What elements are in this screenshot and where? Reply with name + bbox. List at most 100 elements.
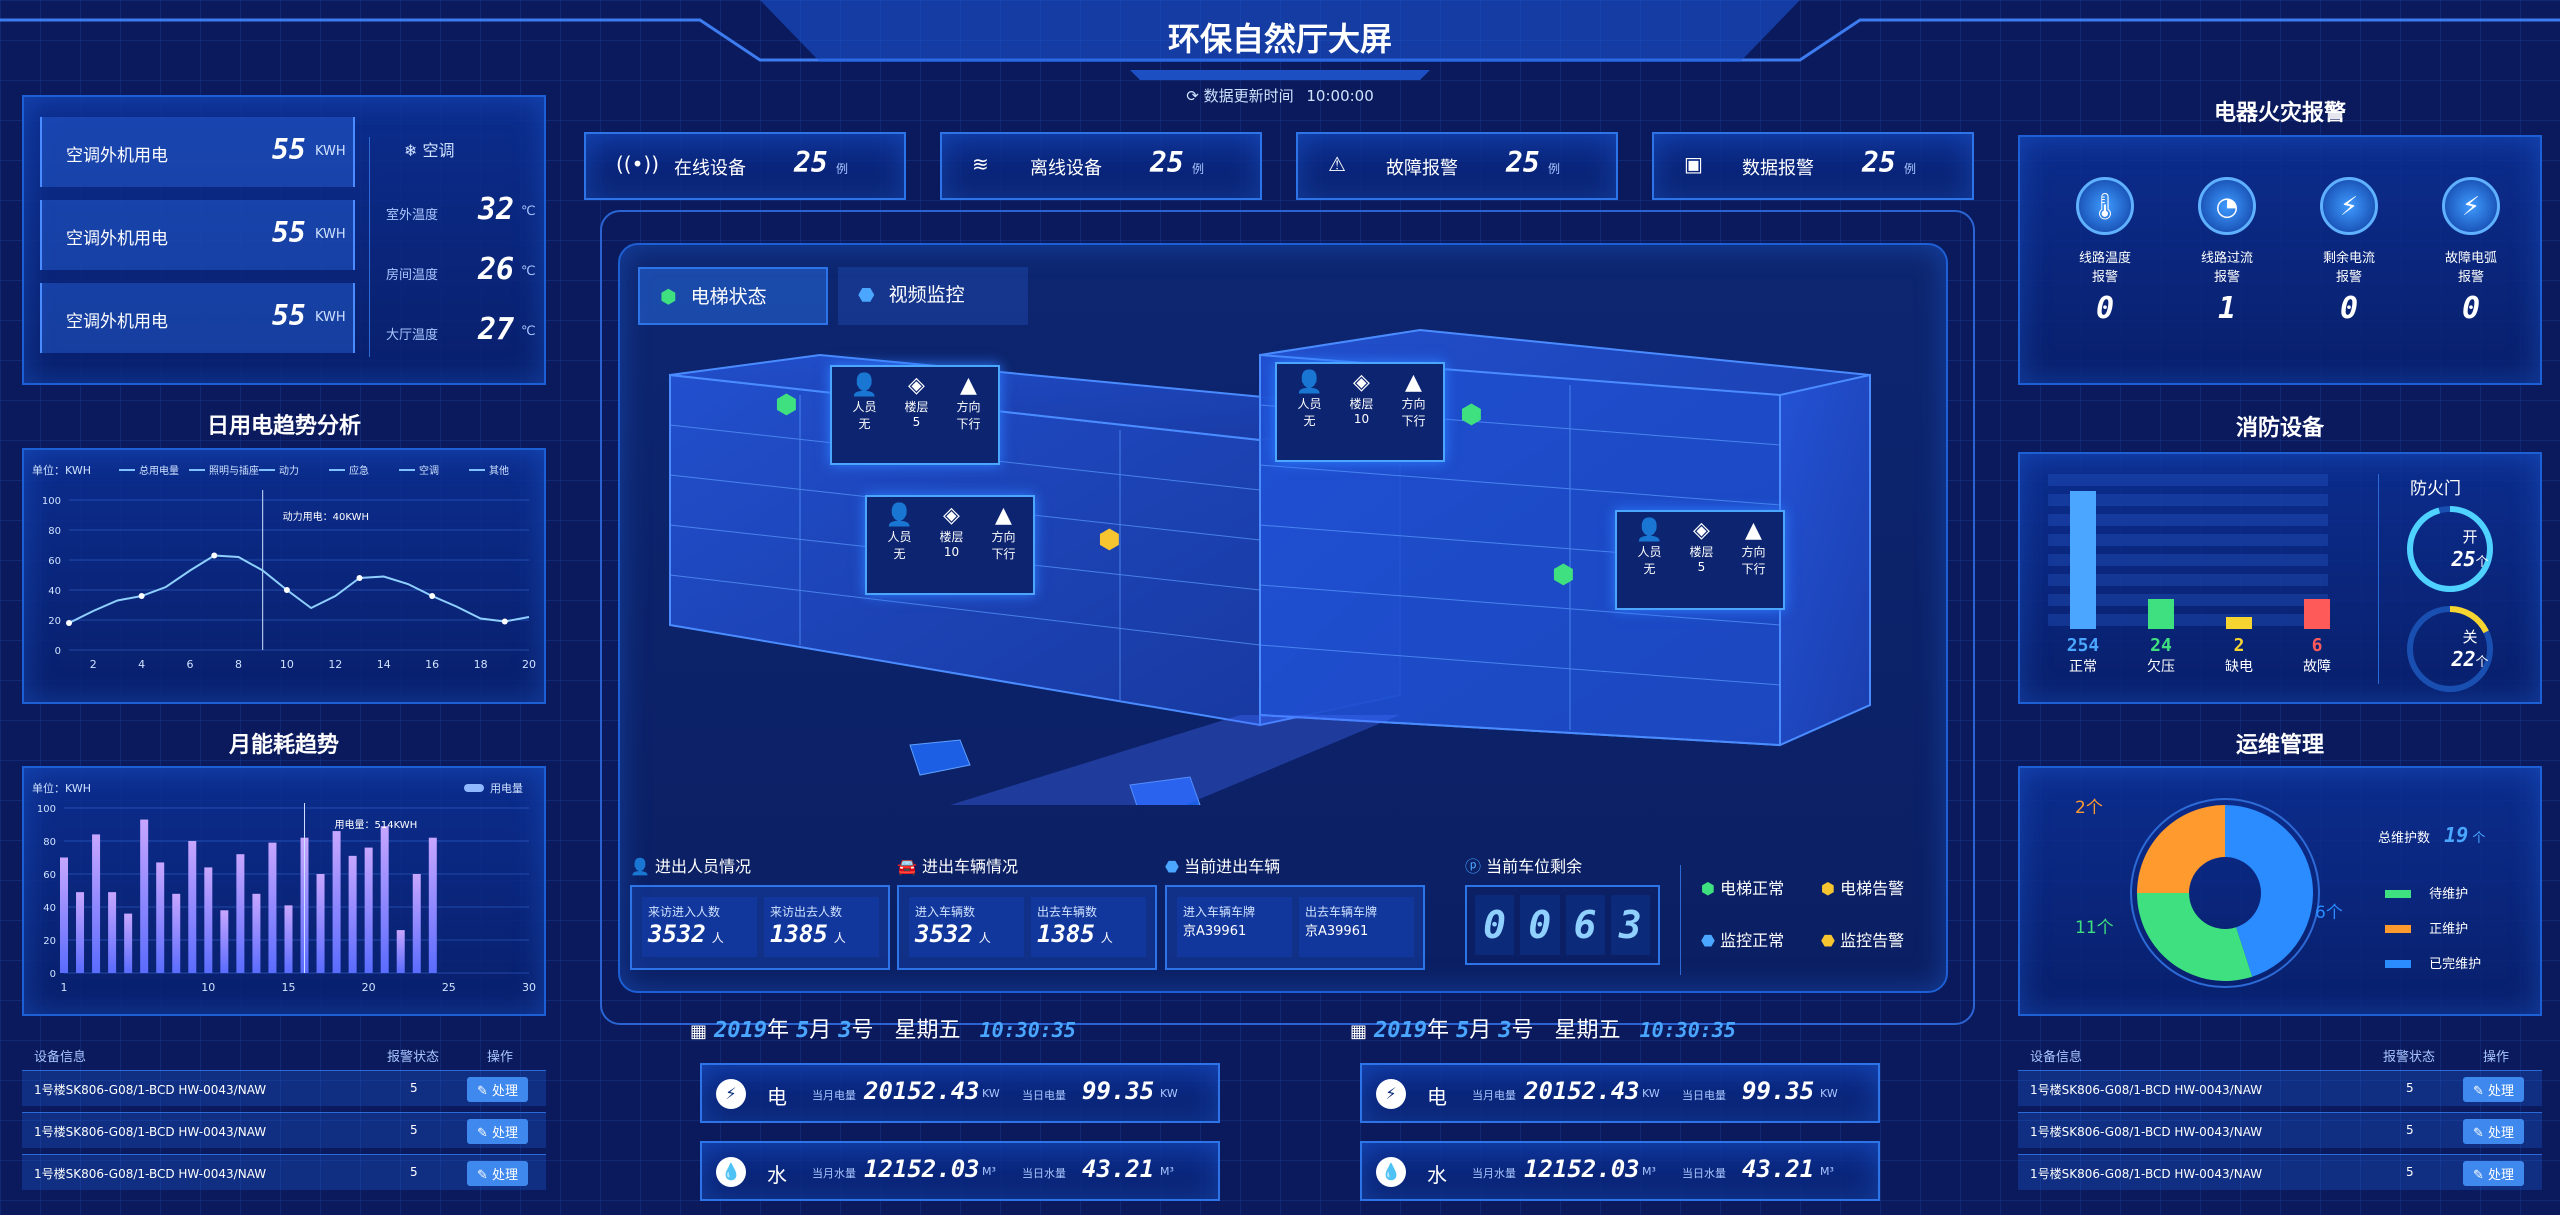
info-in-label: 进入车辆车牌 xyxy=(1183,905,1256,919)
fire-item: ⚡ 剩余电流 报警 0 xyxy=(2294,177,2404,326)
elevator-normal-pin[interactable]: ⬢ xyxy=(775,390,798,420)
monthly-ytick: 0 xyxy=(50,969,56,980)
stat-card[interactable]: ▣ 数据报警 25 例 xyxy=(1652,132,1974,200)
monthly-tooltip: 用电量：514KWH xyxy=(335,818,418,831)
info-out-label: 来访出去人数 xyxy=(770,905,843,919)
stat-label: 数据报警 xyxy=(1742,158,1814,179)
ac-row-label: 空调外机用电 xyxy=(66,229,168,249)
table-row: 1号楼SK806-G08/1-BCD HW-0043/NAW 5 ✎ 处理 xyxy=(22,1112,546,1148)
fire-value: 1 xyxy=(2217,291,2237,326)
elevator-normal-pin-3[interactable]: ⬢ xyxy=(1552,560,1575,590)
stat-label: 离线设备 xyxy=(1030,158,1102,179)
door-open-unit: 个 xyxy=(2475,555,2489,570)
elevator-card[interactable]: 👤 人员 无 ◈ 楼层 10 ▲ 方向 下行 xyxy=(865,495,1035,595)
ops-label-pending: 11个 xyxy=(2075,918,2114,938)
car-icon: 🚘 xyxy=(897,857,917,876)
daily-ytick: 80 xyxy=(48,526,61,537)
daily-panel: 单位：KWH 总用电量 照明与插座 动力 应急 空调 其他 0 20 40 60 80 100 2 4 6 8 1… xyxy=(22,448,546,704)
wifi-icon: ≋ xyxy=(972,152,989,176)
elevator-card[interactable]: 👤 人员 无 ◈ 楼层 5 ▲ 方向 下行 xyxy=(830,365,1000,465)
layers-icon: ◈ xyxy=(1693,518,1710,543)
process-button[interactable]: ✎ 处理 xyxy=(467,1077,529,1102)
daily-legend-label: 空调 xyxy=(419,464,439,477)
info-in-value: 3532 xyxy=(648,920,706,948)
date-y: 年 xyxy=(1427,1018,1450,1043)
date-year: 2019 xyxy=(714,1018,767,1043)
stat-value: 25 xyxy=(1506,146,1540,179)
fire-label2: 报警 xyxy=(2335,270,2362,285)
monthly-ytick: 20 xyxy=(43,936,56,947)
edit-icon: ✎ xyxy=(477,1126,488,1141)
meter-day-value: 43.21 xyxy=(1742,1155,1815,1183)
fire-title: 电器火灾报警 xyxy=(2213,101,2346,126)
fire-label1: 剩余电流 xyxy=(2322,251,2375,266)
process-button[interactable]: ✎ 处理 xyxy=(2463,1077,2525,1102)
daily-legend-label: 动力 xyxy=(279,464,299,477)
elevator-card[interactable]: 👤 人员 无 ◈ 楼层 5 ▲ 方向 下行 xyxy=(1615,510,1785,610)
ops-label-done: 6个 xyxy=(2315,903,2343,923)
ac-temp-row: 大厅温度 27 ℃ xyxy=(386,312,546,352)
fp-bar-value: 24 xyxy=(2150,635,2172,656)
edit-icon: ✎ xyxy=(477,1168,488,1183)
parking-digit: 0 xyxy=(1475,895,1515,955)
elevator-alarm-pin[interactable]: ⬢ xyxy=(1098,525,1121,555)
vehicle-info: 🚘 进出车辆情况 进入车辆数 3532 人 出去车辆数 1385 人 xyxy=(897,853,1157,970)
stat-card[interactable]: ≋ 离线设备 25 例 xyxy=(940,132,1262,200)
fp-bar xyxy=(2304,599,2330,629)
info-in-value: 京A39961 xyxy=(1183,924,1247,939)
monitor-icon: ▣ xyxy=(1684,152,1703,176)
layers-icon: ◈ xyxy=(943,503,960,528)
edit-icon: ✎ xyxy=(2473,1084,2484,1099)
elevator-normal-pin-2[interactable]: ⬢ xyxy=(1460,400,1483,430)
stat-card[interactable]: ((•)) 在线设备 25 例 xyxy=(584,132,906,200)
parking-digit: 0 xyxy=(1520,895,1560,955)
el-person: 无 xyxy=(1643,562,1656,576)
ac-row-value: 55 xyxy=(272,133,306,166)
ac-row-value: 55 xyxy=(272,216,306,249)
monthly-panel: 单位：KWH 用电量 0 20 40 60 80 100 1 10 15 20 25 30 用电量：514K… xyxy=(22,766,546,1016)
row-status: 5 xyxy=(2406,1165,2414,1179)
ac-row-unit: KWH xyxy=(315,310,346,325)
date-month: 5 xyxy=(796,1018,810,1043)
stat-value: 25 xyxy=(1150,146,1184,179)
process-button[interactable]: ✎ 处理 xyxy=(467,1119,529,1144)
ops-legend-item: 正维护 xyxy=(2385,918,2468,937)
process-label: 处理 xyxy=(2488,1168,2515,1183)
stat-card[interactable]: ⚠ 故障报警 25 例 xyxy=(1296,132,1618,200)
refresh-icon[interactable]: ⟳ xyxy=(1186,87,1199,105)
table-row: 1号楼SK806-G08/1-BCD HW-0043/NAW 5 ✎ 处理 xyxy=(2018,1070,2542,1106)
legend-text: 监控告警 xyxy=(1840,931,1905,950)
ops-legend-label: 已完维护 xyxy=(2429,957,2482,972)
legend-monitor-normal: ⬣ 监控正常 xyxy=(1701,927,1784,951)
info-out-value: 京A39961 xyxy=(1305,924,1369,939)
fire-label1: 故障电弧 xyxy=(2444,251,2497,266)
person-icon: 👤 xyxy=(885,503,914,528)
page-title: 环保自然厅大屏 xyxy=(1167,20,1392,58)
row-status: 5 xyxy=(410,1081,418,1095)
process-button[interactable]: ✎ 处理 xyxy=(2463,1161,2525,1186)
parking-digit: 3 xyxy=(1610,895,1650,955)
ops-title: 运维管理 xyxy=(2235,733,2324,758)
el-person-label: 人员 xyxy=(887,530,912,544)
calendar-icon: ▦ xyxy=(690,1021,708,1042)
el-dir-label: 方向 xyxy=(1401,397,1426,411)
elevator-card[interactable]: 👤 人员 无 ◈ 楼层 10 ▲ 方向 下行 xyxy=(1275,362,1445,462)
update-time: 10:00:00 xyxy=(1306,87,1374,105)
monthly-ytick: 100 xyxy=(37,804,56,815)
info-in-label: 来访进入人数 xyxy=(648,905,721,919)
process-button[interactable]: ✎ 处理 xyxy=(467,1161,529,1186)
process-button[interactable]: ✎ 处理 xyxy=(2463,1119,2525,1144)
ops-total-value: 19 xyxy=(2444,823,2469,847)
ac-row-value: 55 xyxy=(272,299,306,332)
legend-swatch xyxy=(2385,890,2411,898)
date-m: 月 xyxy=(1469,1018,1492,1043)
stat-value: 25 xyxy=(1862,146,1896,179)
monthly-bar xyxy=(156,862,165,973)
fire-label2: 报警 xyxy=(2091,270,2118,285)
legend-text: 电梯正常 xyxy=(1720,879,1785,898)
info-title: 进出车辆情况 xyxy=(922,857,1019,876)
fire-item: ⚡ 故障电弧 报警 0 xyxy=(2416,177,2526,326)
alarm-light-icon: ⚠ xyxy=(1328,152,1346,176)
daily-legend-label: 应急 xyxy=(349,464,369,477)
daily-line xyxy=(68,554,530,624)
